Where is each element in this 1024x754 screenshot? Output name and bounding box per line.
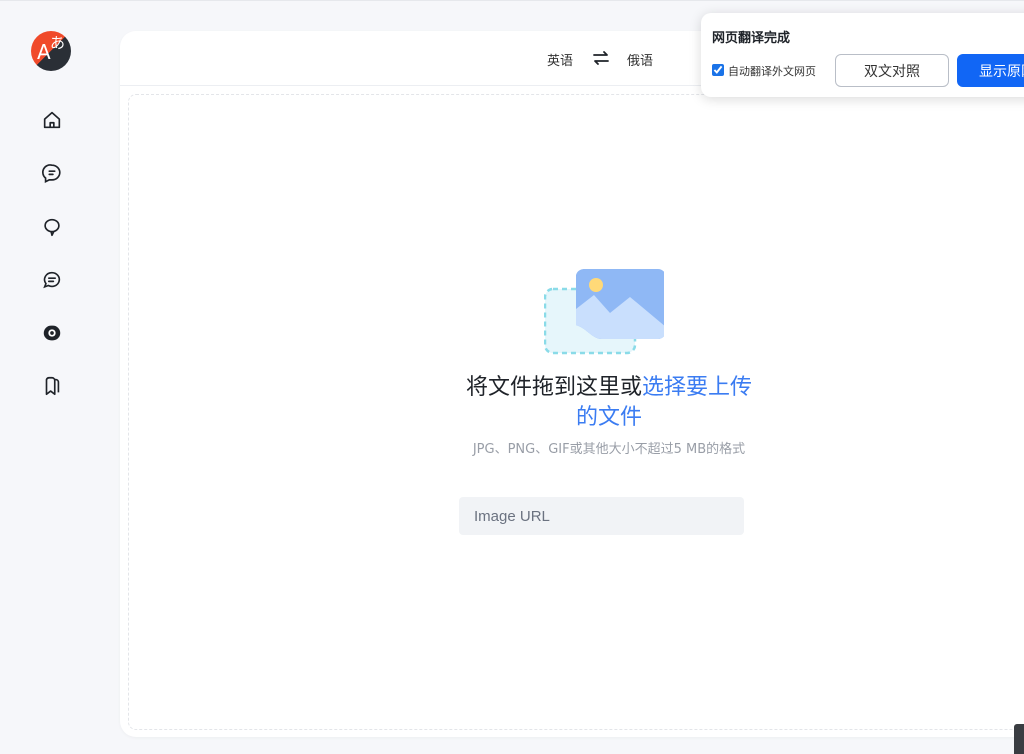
bilingual-button[interactable]: 双文对照 bbox=[835, 54, 949, 87]
app-logo[interactable]: A あ bbox=[31, 31, 71, 71]
chat-translate-icon[interactable] bbox=[40, 161, 64, 185]
translate-popup: 网页翻译完成 自动翻译外文网页 双文对照 显示原网页 bbox=[701, 13, 1024, 97]
main-card: 英语 俄语 将文件拖到这里或选择要上传的文件 JPG、PNG、GIF或其他大小不… bbox=[120, 31, 1024, 737]
image-url-input[interactable] bbox=[459, 497, 744, 535]
upload-format-hint: JPG、PNG、GIF或其他大小不超过5 MB的格式 bbox=[472, 442, 746, 457]
swap-languages-icon[interactable] bbox=[591, 48, 611, 68]
upload-dropzone[interactable]: 将文件拖到这里或选择要上传的文件 JPG、PNG、GIF或其他大小不超过5 MB… bbox=[128, 94, 1024, 730]
image-upload-illustration-icon bbox=[543, 268, 666, 359]
sidebar: A あ bbox=[0, 0, 104, 754]
popup-title: 网页翻译完成 bbox=[712, 31, 791, 46]
text-message-icon[interactable] bbox=[40, 268, 64, 292]
bookmark-icon[interactable] bbox=[40, 374, 64, 398]
logo-letter-cjk: あ bbox=[50, 34, 66, 52]
upload-title: 将文件拖到这里或选择要上传的文件 bbox=[459, 373, 759, 433]
show-original-button[interactable]: 显示原网页 bbox=[957, 54, 1024, 87]
target-language[interactable]: 俄语 bbox=[627, 50, 653, 69]
image-translate-icon[interactable] bbox=[40, 321, 64, 345]
scrollbar-thumb[interactable] bbox=[1014, 724, 1024, 754]
logo-letter-latin: A bbox=[37, 40, 51, 64]
top-divider bbox=[0, 0, 1024, 1]
auto-translate-label[interactable]: 自动翻译外文网页 bbox=[728, 63, 816, 79]
chat-bubble-icon[interactable] bbox=[40, 215, 64, 239]
upload-title-text: 将文件拖到这里或 bbox=[465, 375, 642, 400]
auto-translate-checkbox[interactable] bbox=[712, 64, 724, 76]
home-icon[interactable] bbox=[40, 108, 64, 132]
source-language[interactable]: 英语 bbox=[547, 50, 573, 69]
